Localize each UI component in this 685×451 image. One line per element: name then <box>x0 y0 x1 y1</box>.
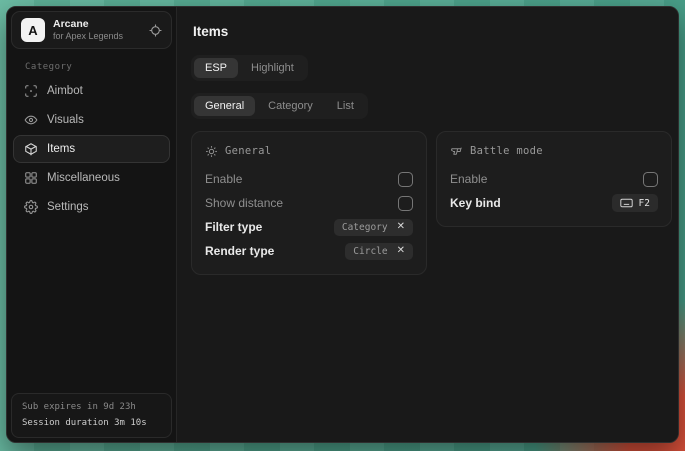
sidebar-item-settings[interactable]: Settings <box>13 193 170 221</box>
category-section-label: Category <box>25 62 172 72</box>
card-header: Battle mode <box>450 142 658 160</box>
crosshair-icon[interactable] <box>149 24 162 37</box>
select-value: Circle <box>353 246 387 257</box>
card-header: General <box>205 142 413 160</box>
close-icon[interactable]: ✕ <box>397 246 405 256</box>
card-general: General Enable Show distance Filter type Cat… <box>191 131 427 275</box>
setting-label: Filter type <box>205 220 262 234</box>
card-title: General <box>225 145 271 157</box>
setting-label: Show distance <box>205 196 283 210</box>
setting-row-render-type: Render type Circle ✕ <box>205 239 413 263</box>
checkbox-show-distance[interactable] <box>398 196 413 211</box>
keybind-value: F2 <box>639 198 650 209</box>
card-battle-mode: Battle mode Enable Key bind F2 <box>436 131 672 227</box>
sidebar-item-aimbot[interactable]: Aimbot <box>13 77 170 105</box>
sidebar-item-label: Settings <box>47 201 89 213</box>
sidebar-item-visuals[interactable]: Visuals <box>13 106 170 134</box>
session-duration-text: Session duration 3m 10s <box>22 416 161 431</box>
sub-expires-text: Sub expires in 9d 23h <box>22 400 161 415</box>
card-title: Battle mode <box>470 145 543 157</box>
page-title: Items <box>193 24 672 39</box>
keyboard-icon <box>620 198 633 208</box>
setting-row-key-bind: Key bind F2 <box>450 191 658 215</box>
sidebar-item-label: Visuals <box>47 114 84 126</box>
tab-esp[interactable]: ESP <box>194 58 238 78</box>
setting-label: Render type <box>205 244 274 258</box>
tab-highlight[interactable]: Highlight <box>240 58 305 78</box>
sidebar-item-label: Aimbot <box>47 85 83 97</box>
items-icon <box>24 142 38 156</box>
tab-category[interactable]: Category <box>257 96 324 116</box>
tab-list[interactable]: List <box>326 96 365 116</box>
checkbox-enable[interactable] <box>643 172 658 187</box>
setting-row-filter-type: Filter type Category ✕ <box>205 215 413 239</box>
main-content: Items ESPHighlight GeneralCategoryList G… <box>177 7 679 442</box>
sidebar-item-label: Miscellaneous <box>47 172 120 184</box>
mode-tab-group: ESPHighlight <box>191 55 308 81</box>
sidebar-nav: Aimbot Visuals Items Miscellaneous Settings <box>11 77 172 221</box>
sidebar-item-items[interactable]: Items <box>13 135 170 163</box>
setting-label: Key bind <box>450 196 501 210</box>
select-filter-type[interactable]: Category ✕ <box>334 219 413 236</box>
app-window: A Arcane for Apex Legends Category Aimbo… <box>6 6 679 443</box>
sidebar-item-miscellaneous[interactable]: Miscellaneous <box>13 164 170 192</box>
setting-row-enable: Enable <box>450 167 658 191</box>
brand-logo: A <box>21 18 45 42</box>
checkbox-enable[interactable] <box>398 172 413 187</box>
general-icon <box>205 145 218 158</box>
settings-icon <box>24 200 38 214</box>
setting-label: Enable <box>205 172 242 186</box>
settings-cards: General Enable Show distance Filter type Cat… <box>191 131 672 275</box>
setting-row-show-distance: Show distance <box>205 191 413 215</box>
visuals-icon <box>24 113 38 127</box>
misc-icon <box>24 171 38 185</box>
tab-general[interactable]: General <box>194 96 255 116</box>
select-value: Category <box>342 222 388 233</box>
battle-mode-icon <box>450 145 463 158</box>
brand-name: Arcane <box>53 18 141 31</box>
setting-row-enable: Enable <box>205 167 413 191</box>
close-icon[interactable]: ✕ <box>397 222 405 232</box>
brand-subtitle: for Apex Legends <box>53 31 141 42</box>
setting-label: Enable <box>450 172 487 186</box>
select-render-type[interactable]: Circle ✕ <box>345 243 413 260</box>
session-info-card: Sub expires in 9d 23h Session duration 3… <box>11 393 172 438</box>
sub-tab-group: GeneralCategoryList <box>191 93 368 119</box>
keybind-button[interactable]: F2 <box>612 194 658 212</box>
sidebar: A Arcane for Apex Legends Category Aimbo… <box>7 7 177 442</box>
sidebar-item-label: Items <box>47 143 75 155</box>
aimbot-icon <box>24 84 38 98</box>
brand-card: A Arcane for Apex Legends <box>11 11 172 49</box>
